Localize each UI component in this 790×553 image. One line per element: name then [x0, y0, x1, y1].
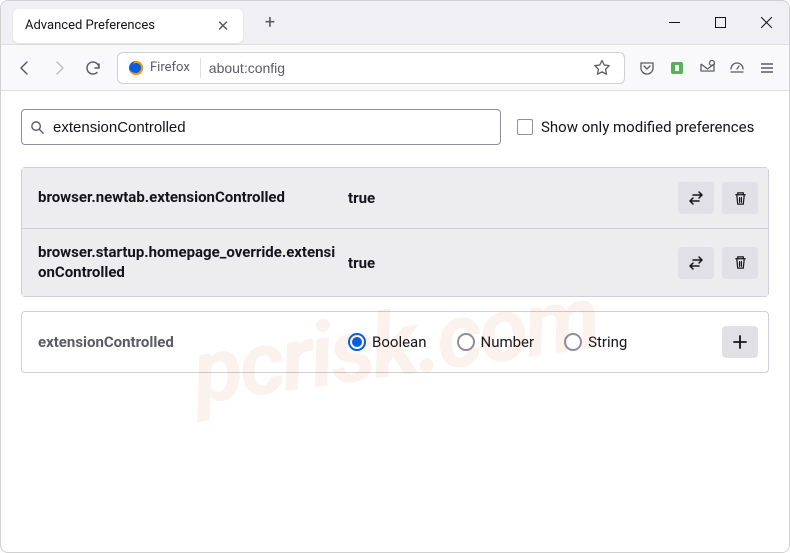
tabs-area: Advanced Preferences ✕ +	[1, 1, 651, 44]
radio-label: Boolean	[372, 333, 427, 351]
pref-group: browser.newtab.extensionControlled true …	[21, 167, 769, 297]
pref-actions	[722, 326, 758, 358]
search-icon	[30, 120, 45, 135]
forward-button[interactable]	[43, 52, 75, 84]
toggle-button[interactable]	[678, 247, 714, 279]
search-box[interactable]	[21, 109, 501, 145]
radio-boolean[interactable]: Boolean	[348, 333, 427, 351]
search-row: Show only modified preferences	[21, 109, 769, 145]
toggle-button[interactable]	[678, 182, 714, 214]
menu-button[interactable]	[753, 54, 781, 82]
reload-button[interactable]	[77, 52, 109, 84]
firefox-icon	[128, 60, 144, 76]
dashboard-icon[interactable]	[723, 54, 751, 82]
pref-value: true	[338, 254, 678, 272]
mail-icon[interactable]	[693, 54, 721, 82]
content: pcrisk.com Show only modified preference…	[1, 91, 789, 552]
new-pref-row: extensionControlled Boolean Number Strin…	[21, 311, 769, 373]
pref-actions	[678, 247, 758, 279]
radio-icon	[564, 333, 582, 351]
titlebar: Advanced Preferences ✕ +	[1, 1, 789, 45]
add-button[interactable]	[722, 326, 758, 358]
radio-label: String	[588, 333, 627, 351]
radio-string[interactable]: String	[564, 333, 627, 351]
tab-active[interactable]: Advanced Preferences ✕	[13, 9, 243, 43]
minimize-button[interactable]	[651, 1, 697, 44]
maximize-button[interactable]	[697, 1, 743, 44]
close-icon[interactable]: ✕	[215, 18, 231, 34]
back-button[interactable]	[9, 52, 41, 84]
new-tab-button[interactable]: +	[255, 8, 285, 38]
delete-button[interactable]	[722, 247, 758, 279]
pref-row: browser.newtab.extensionControlled true	[22, 168, 768, 228]
urlbar[interactable]: Firefox	[117, 52, 625, 84]
window-frame: Advanced Preferences ✕ +	[0, 0, 790, 553]
pref-actions	[678, 182, 758, 214]
radio-icon	[348, 333, 366, 351]
toolbar: Firefox	[1, 45, 789, 91]
pref-row: browser.startup.homepage_override.extens…	[22, 228, 768, 296]
radio-icon	[457, 333, 475, 351]
tab-title: Advanced Preferences	[25, 18, 215, 33]
radio-label: Number	[481, 333, 535, 351]
extension-icon[interactable]	[663, 54, 691, 82]
pref-value: true	[338, 189, 678, 207]
bookmark-star-icon[interactable]	[588, 54, 616, 82]
window-controls	[651, 1, 789, 44]
close-button[interactable]	[743, 1, 789, 44]
modified-only-checkbox[interactable]: Show only modified preferences	[517, 118, 754, 136]
pref-name: browser.startup.homepage_override.extens…	[38, 243, 338, 282]
delete-button[interactable]	[722, 182, 758, 214]
url-input[interactable]	[209, 60, 580, 76]
pref-name: browser.newtab.extensionControlled	[38, 188, 338, 208]
checkbox-label: Show only modified preferences	[541, 118, 754, 136]
pocket-icon[interactable]	[633, 54, 661, 82]
checkbox-icon	[517, 119, 533, 135]
search-input[interactable]	[53, 119, 492, 136]
type-options: Boolean Number String	[338, 333, 722, 351]
identity-box[interactable]: Firefox	[126, 58, 201, 78]
radio-number[interactable]: Number	[457, 333, 535, 351]
new-pref-name: extensionControlled	[38, 333, 338, 351]
identity-label: Firefox	[150, 60, 190, 75]
